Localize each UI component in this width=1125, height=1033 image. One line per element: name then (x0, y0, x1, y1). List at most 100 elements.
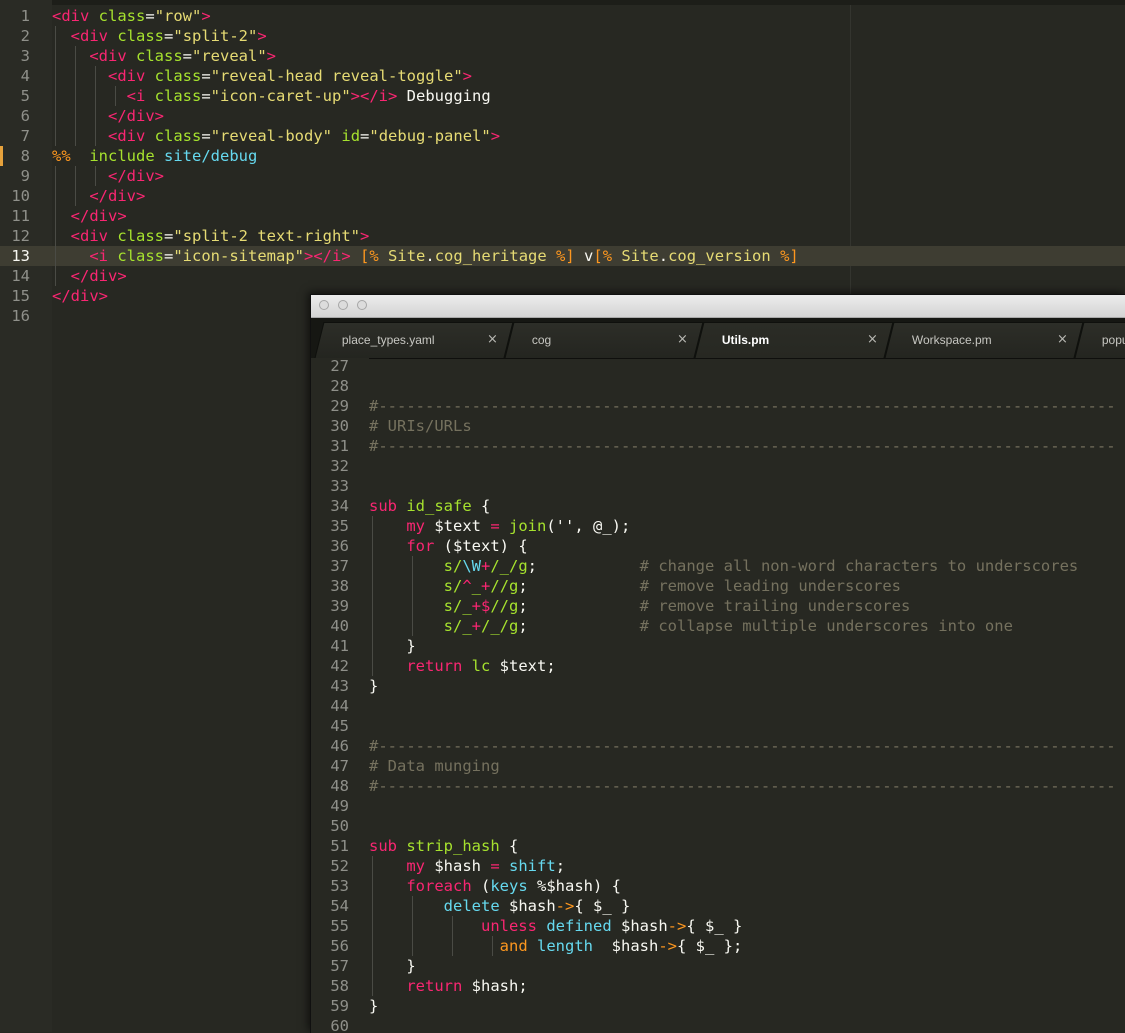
code-line[interactable]: 43} (311, 676, 1125, 696)
code-text[interactable]: } (369, 636, 415, 656)
code-line[interactable]: 42 return lc $text; (311, 656, 1125, 676)
code-text[interactable]: # Data munging (369, 756, 500, 776)
code-text[interactable]: <div class="reveal-body" id="debug-panel… (52, 126, 500, 146)
code-line[interactable]: 1 <div class="row"> (0, 6, 1125, 26)
code-text[interactable]: # URIs/URLs (369, 416, 472, 436)
code-line[interactable]: 36 for ($text) { (311, 536, 1125, 556)
code-line[interactable]: 59} (311, 996, 1125, 1016)
code-line[interactable]: 10 </div> (0, 186, 1125, 206)
code-line[interactable]: 45 (311, 716, 1125, 736)
code-text[interactable]: return lc $text; (369, 656, 555, 676)
code-line[interactable]: 53 foreach (keys %$hash) { (311, 876, 1125, 896)
code-line[interactable]: 40 s/_+/_/g; # collapse multiple undersc… (311, 616, 1125, 636)
code-line[interactable]: 4 <div class="reveal-head reveal-toggle"… (0, 66, 1125, 86)
code-text[interactable]: and length $hash->{ $_ }; (369, 936, 743, 956)
code-line[interactable]: 37 s/\W+/_/g; # change all non-word char… (311, 556, 1125, 576)
code-line[interactable]: 56 and length $hash->{ $_ }; (311, 936, 1125, 956)
tab-place-types-yaml[interactable]: place_types.yaml × (314, 322, 514, 358)
code-text[interactable]: s/_+/_/g; # collapse multiple underscore… (369, 616, 1013, 636)
code-line[interactable]: 9 </div> (0, 166, 1125, 186)
code-text[interactable]: return $hash; (369, 976, 527, 996)
code-line[interactable]: 60 (311, 1016, 1125, 1033)
code-text[interactable]: sub id_safe { (369, 496, 490, 516)
code-line[interactable]: 5 <i class="icon-caret-up"></i> Debuggin… (0, 86, 1125, 106)
code-line[interactable]: 44 (311, 696, 1125, 716)
code-line[interactable]: 52 my $hash = shift; (311, 856, 1125, 876)
code-line[interactable]: 57 } (311, 956, 1125, 976)
code-line[interactable]: 39 s/_+$//g; # remove trailing underscor… (311, 596, 1125, 616)
code-text[interactable]: %% include site/debug (52, 146, 257, 166)
code-text[interactable]: s/^_+//g; # remove leading underscores (369, 576, 901, 596)
code-line[interactable]: 49 (311, 796, 1125, 816)
code-text[interactable]: <i class="icon-caret-up"></i> Debugging (52, 86, 491, 106)
code-line[interactable]: 47 # Data munging (311, 756, 1125, 776)
code-line[interactable]: 48 #-------------------------------------… (311, 776, 1125, 796)
code-text[interactable]: <div class="reveal"> (52, 46, 276, 66)
code-line[interactable]: 46 #-------------------------------------… (311, 736, 1125, 756)
code-line[interactable]: 54 delete $hash->{ $_ } (311, 896, 1125, 916)
code-line[interactable]: 38 s/^_+//g; # remove leading underscore… (311, 576, 1125, 596)
code-line[interactable]: 51 sub strip_hash { (311, 836, 1125, 856)
code-text[interactable]: </div> (52, 106, 164, 126)
minimize-window-icon[interactable] (338, 300, 348, 310)
code-text[interactable]: } (369, 996, 378, 1016)
tab-popu[interactable]: popu (1074, 322, 1125, 358)
window-titlebar[interactable] (311, 295, 1125, 318)
code-text[interactable]: </div> (52, 186, 145, 206)
code-line[interactable]: 33 (311, 476, 1125, 496)
code-lines[interactable]: 27 28 29 #---------------------------------… (311, 356, 1125, 1033)
code-text[interactable]: for ($text) { (369, 536, 527, 556)
code-line[interactable]: 27 (311, 356, 1125, 376)
code-line[interactable]: 8%% include site/debug (0, 146, 1125, 166)
code-line[interactable]: 58 return $hash; (311, 976, 1125, 996)
code-line[interactable]: 14 </div> (0, 266, 1125, 286)
code-line[interactable]: 31 #-------------------------------------… (311, 436, 1125, 456)
close-tab-icon[interactable]: × (487, 332, 498, 348)
code-line[interactable]: 29 #-------------------------------------… (311, 396, 1125, 416)
code-text[interactable]: #---------------------------------------… (369, 396, 1116, 416)
code-line[interactable]: 41 } (311, 636, 1125, 656)
code-text[interactable]: </div> (52, 286, 108, 306)
code-text[interactable]: <i class="icon-sitemap"></i> [% Site.cog… (52, 246, 798, 266)
code-line[interactable]: 3 <div class="reveal"> (0, 46, 1125, 66)
code-text[interactable]: <div class="row"> (52, 6, 211, 26)
code-text[interactable]: #---------------------------------------… (369, 436, 1116, 456)
code-line[interactable]: 28 (311, 376, 1125, 396)
code-text[interactable]: s/\W+/_/g; # change all non-word charact… (369, 556, 1079, 576)
tab-utils-pm[interactable]: Utils.pm × (694, 322, 894, 358)
code-line[interactable]: 2 <div class="split-2"> (0, 26, 1125, 46)
close-tab-icon[interactable]: × (1057, 332, 1068, 348)
code-text[interactable]: unless defined $hash->{ $_ } (369, 916, 742, 936)
tab-workspace-pm[interactable]: Workspace.pm × (884, 322, 1084, 358)
close-tab-icon[interactable]: × (867, 332, 878, 348)
code-text[interactable]: sub strip_hash { (369, 836, 518, 856)
code-text[interactable]: } (369, 676, 378, 696)
zoom-window-icon[interactable] (357, 300, 367, 310)
code-line[interactable]: 11 </div> (0, 206, 1125, 226)
code-line[interactable]: 32 (311, 456, 1125, 476)
code-line[interactable]: 35 my $text = join('', @_); (311, 516, 1125, 536)
close-window-icon[interactable] (319, 300, 329, 310)
tab-cog[interactable]: cog × (504, 322, 704, 358)
code-text[interactable]: </div> (52, 166, 164, 186)
code-line[interactable]: 12 <div class="split-2 text-right"> (0, 226, 1125, 246)
code-text[interactable]: my $text = join('', @_); (369, 516, 630, 536)
close-tab-icon[interactable]: × (677, 332, 688, 348)
code-text[interactable]: foreach (keys %$hash) { (369, 876, 621, 896)
code-text[interactable]: s/_+$//g; # remove trailing underscores (369, 596, 911, 616)
code-line[interactable]: 55 unless defined $hash->{ $_ } (311, 916, 1125, 936)
code-line[interactable]: 50 (311, 816, 1125, 836)
code-text[interactable]: my $hash = shift; (369, 856, 565, 876)
code-line[interactable]: 34 sub id_safe { (311, 496, 1125, 516)
code-line[interactable]: 6 </div> (0, 106, 1125, 126)
code-line[interactable]: 7 <div class="reveal-body" id="debug-pan… (0, 126, 1125, 146)
code-text[interactable]: #---------------------------------------… (369, 776, 1116, 796)
code-text[interactable]: </div> (52, 206, 127, 226)
code-text[interactable]: </div> (52, 266, 127, 286)
code-line[interactable]: 13 <i class="icon-sitemap"></i> [% Site.… (0, 246, 1125, 266)
code-text[interactable]: delete $hash->{ $_ } (369, 896, 631, 916)
code-text[interactable]: } (369, 956, 415, 976)
code-text[interactable]: <div class="split-2 text-right"> (52, 226, 370, 246)
code-text[interactable]: #---------------------------------------… (369, 736, 1116, 756)
code-text[interactable]: <div class="reveal-head reveal-toggle"> (52, 66, 472, 86)
